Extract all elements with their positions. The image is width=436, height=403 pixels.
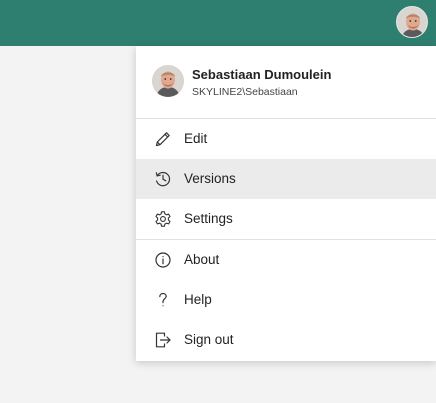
menu-item-label: Sign out: [184, 332, 234, 347]
menu-item-label: Edit: [184, 131, 208, 146]
gear-icon: [154, 210, 172, 228]
profile-header: Sebastiaan Dumoulein SKYLINE2\Sebastiaan: [136, 46, 436, 118]
history-icon: [154, 170, 172, 188]
avatar: [152, 65, 184, 97]
menu-item-label: Settings: [184, 211, 233, 226]
menu-item-label: Help: [184, 292, 212, 307]
menu-item-versions[interactable]: Versions: [136, 159, 436, 199]
user-name: Sebastiaan Dumoulein: [192, 67, 332, 82]
info-icon: [154, 251, 172, 269]
menu-item-label: Versions: [184, 171, 236, 186]
menu-item-help[interactable]: Help: [136, 280, 436, 320]
menu-item-label: About: [184, 252, 220, 267]
menu-item-sign-out[interactable]: Sign out: [136, 320, 436, 360]
pencil-icon: [154, 130, 172, 148]
menu-item-edit[interactable]: Edit: [136, 119, 436, 159]
user-avatar-button[interactable]: [396, 6, 428, 38]
avatar-photo-icon: [397, 7, 427, 37]
sign-out-icon: [154, 331, 172, 349]
menu-item-about[interactable]: About: [136, 240, 436, 280]
question-icon: [154, 291, 172, 309]
menu-item-settings[interactable]: Settings: [136, 199, 436, 239]
account-menu: Sebastiaan Dumoulein SKYLINE2\Sebastiaan…: [136, 46, 436, 361]
user-account: SKYLINE2\Sebastiaan: [192, 86, 298, 98]
avatar-photo-icon: [152, 65, 184, 97]
top-bar: [0, 0, 436, 46]
